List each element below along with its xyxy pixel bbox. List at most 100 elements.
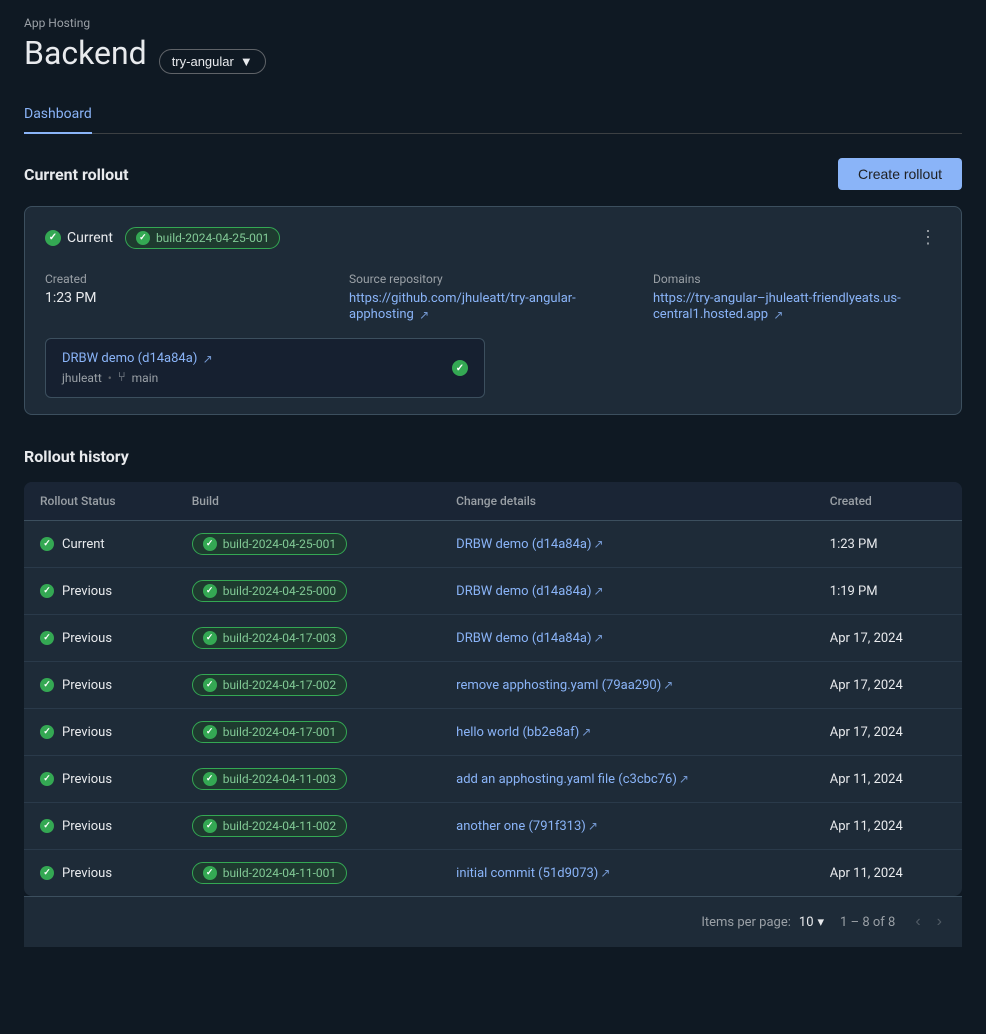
- cell-created: 1:23 PM: [814, 521, 962, 568]
- meta-source-repo: Source repository https://github.com/jhu…: [349, 272, 637, 322]
- pagination-prev-button[interactable]: ‹: [911, 909, 924, 935]
- external-link-icon-domains: ↗: [773, 308, 783, 322]
- branch-selector[interactable]: try-angular ▼: [159, 49, 266, 74]
- commit-title: DRBW demo (d14a84a): [62, 351, 197, 366]
- build-cell-badge: build-2024-04-25-000: [192, 580, 347, 602]
- table-row: Previous build-2024-04-17-001 hello world …: [24, 709, 962, 756]
- status-check-icon: [40, 725, 54, 739]
- status-label: Previous: [62, 725, 112, 740]
- build-id: build-2024-04-11-003: [223, 772, 336, 786]
- items-per-page: Items per page: 10 ▾: [701, 915, 824, 930]
- cell-change: DRBW demo (d14a84a)↗: [440, 568, 814, 615]
- rollout-history-section: Rollout history Rollout Status Build Cha…: [24, 447, 962, 947]
- tab-dashboard[interactable]: Dashboard: [24, 96, 92, 134]
- status-label: Previous: [62, 819, 112, 834]
- change-link[interactable]: DRBW demo (d14a84a)↗: [456, 584, 603, 599]
- build-id-label: build-2024-04-25-001: [156, 231, 269, 245]
- build-cell-badge: build-2024-04-25-001: [192, 533, 347, 555]
- build-check-icon: [203, 678, 217, 692]
- change-link[interactable]: add an apphosting.yaml file (c3cbc76)↗: [456, 772, 689, 787]
- build-check-icon: [203, 819, 217, 833]
- build-id: build-2024-04-17-001: [223, 725, 336, 739]
- cell-build: build-2024-04-25-000: [176, 568, 440, 615]
- external-link-icon-commit: ↗: [203, 352, 213, 366]
- nav-tabs: Dashboard: [24, 96, 962, 134]
- current-status-label: Current: [67, 230, 113, 246]
- status-label: Previous: [62, 631, 112, 646]
- external-link-icon: ↗: [594, 537, 604, 551]
- status-check-icon: [40, 819, 54, 833]
- change-link[interactable]: initial commit (51d9073)↗: [456, 866, 610, 881]
- table-row: Previous build-2024-04-11-002 another one …: [24, 803, 962, 850]
- cell-build: build-2024-04-17-001: [176, 709, 440, 756]
- table-row: Previous build-2024-04-17-002 remove appho…: [24, 662, 962, 709]
- external-link-icon: ↗: [581, 725, 591, 739]
- per-page-select[interactable]: 10 ▾: [799, 915, 824, 930]
- cell-change: DRBW demo (d14a84a)↗: [440, 615, 814, 662]
- build-id: build-2024-04-11-002: [223, 819, 336, 833]
- commit-branch: main: [132, 371, 159, 385]
- domains-label: Domains: [653, 272, 941, 286]
- change-link[interactable]: remove apphosting.yaml (79aa290)↗: [456, 678, 673, 693]
- cell-build: build-2024-04-17-002: [176, 662, 440, 709]
- source-repo-link[interactable]: https://github.com/jhuleatt/try-angular-…: [349, 291, 576, 322]
- build-check-icon: [203, 866, 217, 880]
- branch-icon: ⑂: [118, 370, 126, 385]
- external-link-icon: ↗: [679, 772, 689, 786]
- cell-build: build-2024-04-11-003: [176, 756, 440, 803]
- build-badge: build-2024-04-25-001: [125, 227, 280, 249]
- cell-created: Apr 17, 2024: [814, 709, 962, 756]
- create-rollout-button[interactable]: Create rollout: [838, 158, 962, 190]
- cell-change: another one (791f313)↗: [440, 803, 814, 850]
- table-row: Current build-2024-04-25-001 DRBW demo (d1…: [24, 521, 962, 568]
- pagination-next-button[interactable]: ›: [933, 909, 946, 935]
- change-link[interactable]: another one (791f313)↗: [456, 819, 598, 834]
- build-cell-badge: build-2024-04-17-001: [192, 721, 347, 743]
- cell-change: initial commit (51d9073)↗: [440, 850, 814, 897]
- cell-status: Current: [24, 521, 176, 568]
- build-cell-badge: build-2024-04-11-001: [192, 862, 347, 884]
- rollout-card-header: Current build-2024-04-25-001 ⋮: [45, 223, 941, 252]
- col-header-created: Created: [814, 482, 962, 521]
- domains-link[interactable]: https://try-angular–jhuleatt-friendlyeat…: [653, 291, 901, 322]
- change-link[interactable]: DRBW demo (d14a84a)↗: [456, 537, 603, 552]
- cell-created: Apr 17, 2024: [814, 615, 962, 662]
- items-per-page-label: Items per page:: [701, 915, 791, 930]
- col-header-status: Rollout Status: [24, 482, 176, 521]
- status-label: Previous: [62, 772, 112, 787]
- pagination-arrows: ‹ ›: [911, 909, 946, 935]
- page-container: App Hosting Backend try-angular ▼ Dashbo…: [0, 0, 986, 963]
- external-link-icon: ↗: [594, 631, 604, 645]
- build-check-icon: [203, 725, 217, 739]
- build-check-icon: [203, 584, 217, 598]
- current-rollout-card: Current build-2024-04-25-001 ⋮ Created 1…: [24, 206, 962, 415]
- commit-author: jhuleatt: [62, 371, 102, 385]
- rollout-card-header-left: Current build-2024-04-25-001: [45, 227, 280, 249]
- status-check-icon: [40, 631, 54, 645]
- per-page-value: 10: [799, 915, 814, 930]
- source-repo-label: Source repository: [349, 272, 637, 286]
- cell-change: remove apphosting.yaml (79aa290)↗: [440, 662, 814, 709]
- table-row: Previous build-2024-04-11-001 initial comm…: [24, 850, 962, 897]
- status-badge-current: Current: [45, 230, 113, 246]
- table-row: Previous build-2024-04-17-003 DRBW demo (d…: [24, 615, 962, 662]
- change-link[interactable]: DRBW demo (d14a84a)↗: [456, 631, 603, 646]
- change-link[interactable]: hello world (bb2e8af)↗: [456, 725, 591, 740]
- more-options-icon[interactable]: ⋮: [915, 223, 941, 252]
- build-cell-badge: build-2024-04-17-002: [192, 674, 347, 696]
- cell-build: build-2024-04-17-003: [176, 615, 440, 662]
- status-check-icon: [40, 772, 54, 786]
- build-cell-badge: build-2024-04-11-003: [192, 768, 347, 790]
- per-page-chevron: ▾: [818, 915, 825, 930]
- commit-link[interactable]: DRBW demo (d14a84a) ↗: [62, 351, 213, 366]
- col-header-change: Change details: [440, 482, 814, 521]
- created-label: Created: [45, 272, 333, 286]
- status-label: Previous: [62, 866, 112, 881]
- cell-change: hello world (bb2e8af)↗: [440, 709, 814, 756]
- build-id: build-2024-04-11-001: [223, 866, 336, 880]
- status-check-icon: [40, 537, 54, 551]
- rollout-meta: Created 1:23 PM Source repository https:…: [45, 272, 941, 322]
- cell-status: Previous: [24, 662, 176, 709]
- external-link-icon: ↗: [594, 584, 604, 598]
- table-footer: Items per page: 10 ▾ 1 – 8 of 8 ‹ ›: [24, 896, 962, 947]
